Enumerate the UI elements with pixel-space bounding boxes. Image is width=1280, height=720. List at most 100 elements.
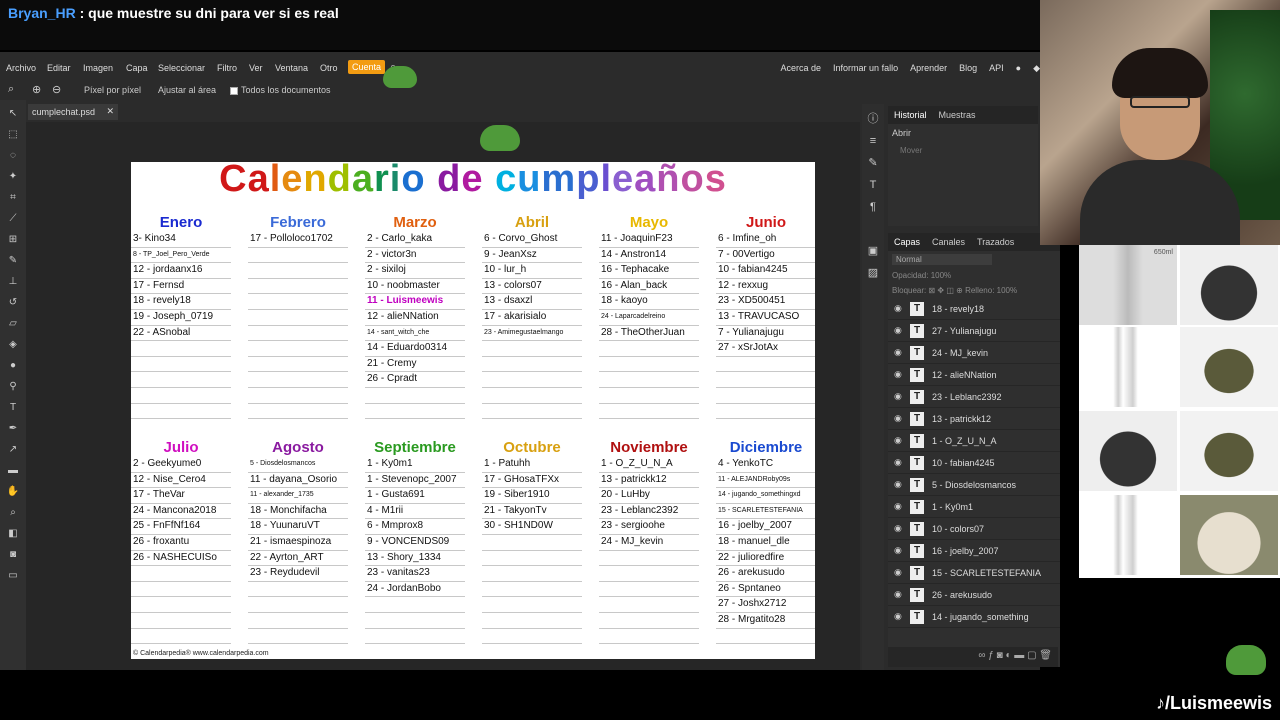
path-select-icon[interactable]: ↗ bbox=[6, 444, 20, 456]
menu-informar[interactable]: Informar un fallo bbox=[833, 63, 898, 74]
move-tool-icon[interactable]: ↖ bbox=[6, 108, 20, 120]
pixel-button[interactable]: Píxel por píxel bbox=[84, 85, 141, 95]
magic-wand-icon[interactable]: ✦ bbox=[6, 171, 20, 183]
layer-row[interactable]: ◉ T 10 - colors07 bbox=[888, 518, 1060, 540]
blur-icon[interactable]: ● bbox=[6, 360, 20, 372]
layer-row[interactable]: ◉ T 5 - Diosdelosmancos bbox=[888, 474, 1060, 496]
lock-icon[interactable]: ⊠ ✥ ◫ ⊕ bbox=[928, 286, 962, 295]
fill-value[interactable]: 100% bbox=[997, 286, 1017, 295]
folder-icon[interactable]: ▬ bbox=[1014, 650, 1024, 661]
fx-icon[interactable]: ƒ bbox=[988, 650, 994, 661]
layer-row[interactable]: ◉ T 27 - Yulianajugu bbox=[888, 320, 1060, 342]
properties-icon[interactable]: ≡ bbox=[866, 134, 880, 148]
css-icon[interactable]: ▣ bbox=[866, 244, 880, 258]
link-icon[interactable]: ∞ bbox=[978, 650, 985, 661]
birthday-calendar[interactable]: Calendario de cumpleaños © Calendarpedia… bbox=[131, 162, 815, 659]
opacity-value[interactable]: 100% bbox=[931, 271, 951, 280]
menu-blog[interactable]: Blog bbox=[959, 63, 977, 74]
menu-capa[interactable]: Capa bbox=[126, 63, 148, 73]
visibility-eye-icon[interactable]: ◉ bbox=[894, 523, 904, 534]
image-icon[interactable]: ▨ bbox=[866, 266, 880, 280]
layer-row[interactable]: ◉ T 23 - Leblanc2392 bbox=[888, 386, 1060, 408]
close-icon[interactable]: ✕ bbox=[106, 106, 114, 117]
visibility-eye-icon[interactable]: ◉ bbox=[894, 413, 904, 424]
info-icon[interactable]: ⓘ bbox=[866, 112, 880, 126]
document-tab[interactable]: cumplechat.psd ✕ bbox=[28, 104, 118, 120]
eraser-icon[interactable]: ▱ bbox=[6, 318, 20, 330]
adjustment-icon[interactable]: ◐ bbox=[1005, 650, 1011, 661]
menu-otro[interactable]: Otro bbox=[320, 63, 338, 73]
visibility-eye-icon[interactable]: ◉ bbox=[894, 303, 904, 314]
history-item[interactable]: Mover bbox=[888, 142, 1038, 159]
layer-row[interactable]: ◉ T 12 - alieNNation bbox=[888, 364, 1060, 386]
layer-row[interactable]: ◉ T 16 - joelby_2007 bbox=[888, 540, 1060, 562]
layer-row[interactable]: ◉ T 10 - fabian4245 bbox=[888, 452, 1060, 474]
crop-tool-icon[interactable]: ⌗ bbox=[6, 192, 20, 204]
type-icon[interactable]: T bbox=[6, 402, 20, 414]
zoom-tool-icon[interactable]: ⌕ bbox=[6, 507, 20, 519]
lasso-tool-icon[interactable]: ◌ bbox=[6, 150, 20, 162]
visibility-eye-icon[interactable]: ◉ bbox=[894, 501, 904, 512]
checkbox-icon[interactable] bbox=[230, 86, 238, 95]
menu-aprender[interactable]: Aprender bbox=[910, 63, 947, 74]
zoom-in-icon[interactable]: ⊕ bbox=[32, 83, 41, 96]
visibility-eye-icon[interactable]: ◉ bbox=[894, 567, 904, 578]
menu-archivo[interactable]: Archivo bbox=[6, 63, 36, 73]
menu-acerca[interactable]: Acerca de bbox=[781, 63, 822, 74]
layer-row[interactable]: ◉ T 26 - arekusudo bbox=[888, 584, 1060, 606]
tab-historial[interactable]: Historial bbox=[894, 110, 927, 120]
trash-icon[interactable]: 🗑 bbox=[1039, 650, 1052, 661]
blend-mode-select[interactable]: Normal bbox=[892, 254, 992, 265]
visibility-eye-icon[interactable]: ◉ bbox=[894, 545, 904, 556]
hand-icon[interactable]: ✋ bbox=[6, 486, 20, 498]
character-icon[interactable]: T bbox=[866, 178, 880, 192]
all-documents-checkbox[interactable]: Todos los documentos bbox=[230, 85, 331, 95]
menu-editar[interactable]: Editar bbox=[47, 63, 71, 73]
marquee-tool-icon[interactable]: ⬚ bbox=[6, 129, 20, 141]
tab-trazados[interactable]: Trazados bbox=[977, 237, 1014, 247]
dodge-icon[interactable]: ⚲ bbox=[6, 381, 20, 393]
shape-icon[interactable]: ▬ bbox=[6, 465, 20, 477]
paragraph-icon[interactable]: ¶ bbox=[866, 200, 880, 214]
quick-mask-icon[interactable]: ◙ bbox=[6, 549, 20, 561]
layer-row[interactable]: ◉ T 24 - MJ_kevin bbox=[888, 342, 1060, 364]
layer-row[interactable]: ◉ T 13 - patrickk12 bbox=[888, 408, 1060, 430]
healing-icon[interactable]: ⊞ bbox=[6, 234, 20, 246]
menu-ventana[interactable]: Ventana bbox=[275, 63, 308, 73]
layer-row[interactable]: ◉ T 1 - Ky0m1 bbox=[888, 496, 1060, 518]
layer-row[interactable]: ◉ T 1 - O_Z_U_N_A bbox=[888, 430, 1060, 452]
layer-row[interactable]: ◉ T 15 - SCARLETESTEFANIA bbox=[888, 562, 1060, 584]
visibility-eye-icon[interactable]: ◉ bbox=[894, 325, 904, 336]
mask-icon[interactable]: ◙ bbox=[997, 650, 1003, 661]
visibility-eye-icon[interactable]: ◉ bbox=[894, 369, 904, 380]
new-layer-icon[interactable]: ▢ bbox=[1027, 650, 1036, 661]
tab-capas[interactable]: Capas bbox=[894, 237, 920, 247]
stamp-icon[interactable]: ⊥ bbox=[6, 276, 20, 288]
menu-seleccionar[interactable]: Seleccionar bbox=[158, 63, 205, 73]
reddit-icon[interactable]: ● bbox=[1016, 63, 1021, 74]
menu-filtro[interactable]: Filtro bbox=[217, 63, 237, 73]
menu-cuenta[interactable]: Cuenta bbox=[348, 60, 386, 74]
brush-icon[interactable]: ✎ bbox=[6, 255, 20, 267]
visibility-eye-icon[interactable]: ◉ bbox=[894, 391, 904, 402]
visibility-eye-icon[interactable]: ◉ bbox=[894, 479, 904, 490]
visibility-eye-icon[interactable]: ◉ bbox=[894, 435, 904, 446]
brush-settings-icon[interactable]: ✎ bbox=[866, 156, 880, 170]
pen-icon[interactable]: ✒ bbox=[6, 423, 20, 435]
fit-area-button[interactable]: Ajustar al área bbox=[158, 85, 216, 95]
history-brush-icon[interactable]: ↺ bbox=[6, 297, 20, 309]
zoom-icon[interactable]: ⌕ bbox=[8, 83, 14, 96]
menu-imagen[interactable]: Imagen bbox=[83, 63, 113, 73]
menu-api[interactable]: API bbox=[989, 63, 1004, 74]
visibility-eye-icon[interactable]: ◉ bbox=[894, 589, 904, 600]
menu-ver[interactable]: Ver bbox=[249, 63, 263, 73]
eyedropper-icon[interactable]: ⟋ bbox=[6, 213, 20, 225]
visibility-eye-icon[interactable]: ◉ bbox=[894, 457, 904, 468]
visibility-eye-icon[interactable]: ◉ bbox=[894, 347, 904, 358]
twitter-icon[interactable]: ◆ bbox=[1033, 63, 1040, 74]
history-item[interactable]: Abrir bbox=[888, 124, 1038, 142]
zoom-out-icon[interactable]: ⊖ bbox=[52, 83, 61, 96]
layer-row[interactable]: ◉ T 14 - jugando_something bbox=[888, 606, 1060, 628]
colors-icon[interactable]: ◧ bbox=[6, 528, 20, 540]
visibility-eye-icon[interactable]: ◉ bbox=[894, 611, 904, 622]
